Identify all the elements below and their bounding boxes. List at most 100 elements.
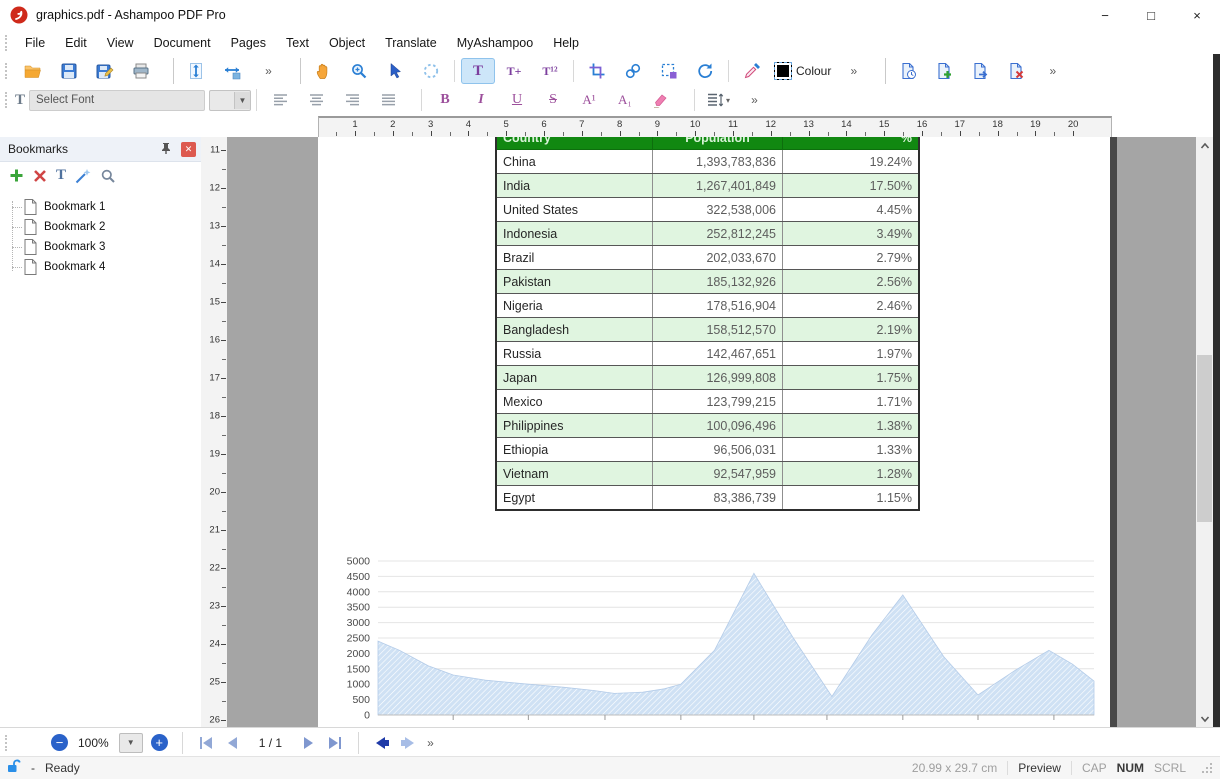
ruler-number: 16 [917, 119, 928, 130]
pin-icon[interactable] [159, 141, 173, 158]
auto-bookmark-wand-icon[interactable] [75, 168, 91, 184]
bookmark-item[interactable]: Bookmark 3 [0, 237, 201, 257]
view-mode-label[interactable]: Preview [1018, 761, 1061, 775]
reflow-tool-icon [696, 62, 714, 80]
superscript-button[interactable]: A¹ [572, 87, 606, 113]
italic-button[interactable]: I [464, 87, 498, 113]
page-extract-button[interactable] [963, 58, 997, 84]
lock-open-icon [6, 758, 21, 778]
scroll-down-icon[interactable] [1196, 710, 1213, 727]
menu-myashampoo[interactable]: MyAshampoo [447, 36, 543, 50]
print-button[interactable] [124, 58, 158, 84]
bold-button[interactable]: B [428, 87, 462, 113]
select-object-tool-icon [660, 62, 678, 80]
last-page-button[interactable] [322, 732, 348, 754]
underline-button[interactable]: U [500, 87, 534, 113]
main-toolbar-grip[interactable] [5, 63, 9, 79]
ruler-number: 2 [390, 119, 395, 130]
text-numbering-tool-button[interactable]: T¹² [533, 58, 567, 84]
save-button[interactable] [52, 58, 86, 84]
text-tool-button[interactable]: T [461, 58, 495, 84]
crop-tool-button[interactable] [580, 58, 614, 84]
highlighter-button[interactable] [644, 87, 678, 113]
fit-width-button[interactable] [215, 58, 249, 84]
align-center-button[interactable] [299, 87, 333, 113]
menu-pages[interactable]: Pages [221, 36, 276, 50]
zoom-out-button[interactable]: − [51, 734, 68, 751]
menu-file[interactable]: File [15, 36, 55, 50]
menu-grip[interactable] [5, 35, 9, 51]
edit-overflow-button[interactable]: » [836, 58, 870, 84]
align-right-button[interactable] [335, 87, 369, 113]
save-as-button[interactable] [88, 58, 122, 84]
rotate-selection-tool-button[interactable] [414, 58, 448, 84]
history-back-button[interactable] [369, 732, 395, 754]
strikethrough-button[interactable]: S [536, 87, 570, 113]
reflow-tool-button[interactable] [688, 58, 722, 84]
hand-tool-button[interactable] [306, 58, 340, 84]
table-cell: 17.50% [783, 174, 920, 198]
font-name-field[interactable]: Select Font [29, 90, 205, 111]
vertical-scrollbar[interactable] [1196, 137, 1213, 727]
bookmark-item[interactable]: Bookmark 1 [0, 197, 201, 217]
pdf-page[interactable]: CountryPopulation% China1,393,783,83619.… [318, 137, 1110, 727]
table-cell: 2.19% [783, 318, 920, 342]
line-spacing-button[interactable]: ▾ [701, 87, 735, 113]
hyperlink-tool-button[interactable] [616, 58, 650, 84]
page-replace-button[interactable] [891, 58, 925, 84]
bookmark-item[interactable]: Bookmark 2 [0, 217, 201, 237]
table-cell: 19.24% [783, 150, 920, 174]
menu-text[interactable]: Text [276, 36, 319, 50]
search-bookmark-icon[interactable] [100, 168, 116, 184]
next-page-button[interactable] [296, 732, 322, 754]
zoom-tool-button[interactable] [342, 58, 376, 84]
zoom-dropdown[interactable]: ▼ [119, 733, 143, 753]
first-page-button[interactable] [193, 732, 219, 754]
scroll-up-icon[interactable] [1196, 137, 1213, 154]
pages-overflow-button[interactable]: » [1035, 58, 1069, 84]
page-add-button[interactable] [927, 58, 961, 84]
colour-picker-button[interactable]: Colour [771, 58, 834, 84]
select-tool-button[interactable] [378, 58, 412, 84]
resize-grip[interactable] [1202, 762, 1214, 774]
view-overflow-button[interactable]: » [251, 58, 285, 84]
table-row: Philippines100,096,4961.38% [496, 414, 919, 438]
previous-page-button[interactable] [219, 732, 245, 754]
font-size-combo[interactable]: ▼ [209, 90, 251, 111]
scrollbar-thumb[interactable] [1197, 355, 1212, 522]
rename-bookmark-icon[interactable]: T [56, 167, 66, 184]
open-file-button[interactable] [16, 58, 50, 84]
bookmark-item[interactable]: Bookmark 4 [0, 257, 201, 277]
eyedropper-tool-button[interactable] [735, 58, 769, 84]
table-cell: 1.28% [783, 462, 920, 486]
menu-translate[interactable]: Translate [375, 36, 447, 50]
add-text-tool-button[interactable]: T+ [497, 58, 531, 84]
font-tool-icon: T [15, 92, 25, 109]
panel-close-icon[interactable]: ✕ [181, 142, 196, 157]
nav-toolbar-grip[interactable] [5, 735, 9, 751]
format-toolbar-grip[interactable] [5, 92, 9, 108]
table-cell: Pakistan [496, 270, 653, 294]
page-delete-button[interactable] [999, 58, 1033, 84]
tree-branch [12, 207, 22, 208]
minimize-button[interactable]: − [1082, 0, 1128, 30]
zoom-in-button[interactable]: + [151, 734, 168, 751]
history-forward-button[interactable] [395, 732, 421, 754]
menu-document[interactable]: Document [144, 36, 221, 50]
fit-height-button[interactable] [179, 58, 213, 84]
align-left-button[interactable] [263, 87, 297, 113]
format-overflow-button[interactable]: » [737, 87, 771, 113]
add-bookmark-icon[interactable] [9, 168, 24, 183]
nav-overflow-button[interactable]: » [427, 736, 433, 750]
align-justify-button[interactable] [371, 87, 405, 113]
select-object-tool-button[interactable] [652, 58, 686, 84]
subscript-button[interactable]: A₁ [608, 87, 642, 113]
menu-object[interactable]: Object [319, 36, 375, 50]
delete-bookmark-icon[interactable] [33, 169, 47, 183]
table-cell: Nigeria [496, 294, 653, 318]
close-button[interactable]: × [1174, 0, 1220, 30]
menu-edit[interactable]: Edit [55, 36, 97, 50]
maximize-button[interactable]: □ [1128, 0, 1174, 30]
menu-view[interactable]: View [97, 36, 144, 50]
menu-help[interactable]: Help [543, 36, 589, 50]
